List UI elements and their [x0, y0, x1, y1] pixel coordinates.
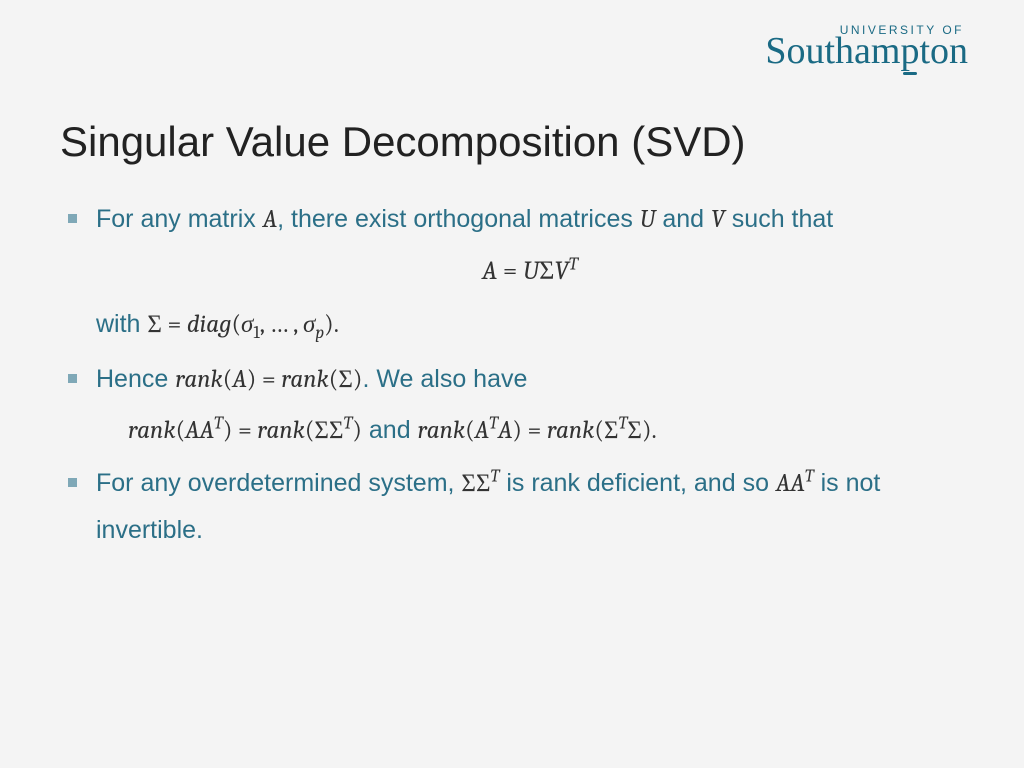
rk-S3: Σ: [627, 416, 642, 445]
b1-t1: For any matrix: [96, 205, 263, 233]
rk-rp3: ): [223, 416, 233, 445]
eq1-A: A: [482, 256, 497, 286]
b2-t1: Hence: [96, 365, 175, 393]
bullet-2: Hence rank(A) = rank(Σ). We also have ra…: [64, 356, 964, 455]
b3-AA: AA: [776, 469, 805, 498]
rk-lp4: (: [305, 416, 315, 445]
rk-rp6: ): [642, 416, 652, 445]
rk-dot: .: [652, 416, 657, 445]
eq1-U: U: [523, 256, 539, 286]
b3-SS: ΣΣ: [461, 469, 490, 498]
b2-rp1: ): [247, 365, 257, 394]
bullet-list: For any matrix A, there exist orthogonal…: [64, 196, 964, 554]
slide-title: Singular Value Decomposition (SVD): [60, 118, 964, 166]
with-eq: =: [162, 310, 187, 339]
rk-lp3: (: [176, 416, 186, 445]
slide: UNIVERSITY OF Southampton Singular Value…: [0, 0, 1024, 768]
rk-r5: rank: [418, 416, 466, 445]
eq1-T: T: [569, 254, 578, 275]
b2-lp1: (: [223, 365, 233, 394]
bullet-1: For any matrix A, there exist orthogonal…: [64, 196, 964, 350]
rk-S2: Σ: [604, 416, 619, 445]
with-line: with Σ = diag(σ1, … , σp).: [96, 301, 964, 349]
b2-r2: rank: [281, 365, 329, 394]
rk-lp6: (: [594, 416, 604, 445]
with-comma: , … ,: [260, 310, 303, 339]
b1-t2: , there exist orthogonal matrices: [277, 205, 640, 233]
rk-eq1: =: [232, 416, 257, 445]
b1-t3: and: [655, 205, 711, 233]
rank-equalities: rank(AAT) = rank(ΣΣT) and rank(ATA) = ra…: [96, 407, 964, 454]
rk-lp5: (: [465, 416, 475, 445]
rk-T1: T: [214, 414, 223, 434]
b3-t1: For any overdetermined system,: [96, 469, 461, 497]
eq1-Sigma: Σ: [539, 256, 554, 286]
b3-T2: T: [805, 467, 814, 487]
rk-T3: T: [489, 414, 498, 434]
with-diag: diag: [187, 310, 232, 339]
with-subp: p: [315, 323, 324, 343]
b2-lp2: (: [329, 365, 339, 394]
b1-V: V: [711, 205, 725, 234]
university-logo: UNIVERSITY OF Southampton: [765, 24, 968, 70]
with-rp: ).: [324, 310, 339, 339]
logo-part-b: p: [900, 32, 919, 70]
with-lp: (: [231, 310, 241, 339]
b1-U: U: [640, 205, 656, 234]
rk-r4: rank: [257, 416, 305, 445]
rk-SS: ΣΣ: [314, 416, 343, 445]
logo-line2: Southampton: [765, 32, 968, 70]
rk-and: and: [362, 416, 418, 444]
with-s1: σ: [241, 310, 253, 339]
rk-r3: rank: [128, 416, 176, 445]
eq1-V: V: [554, 256, 568, 286]
rk-AA: AA: [185, 416, 214, 445]
rk-rp5: ): [512, 416, 522, 445]
eq1-eq: =: [497, 256, 523, 286]
b3-t2: is rank deficient, and so: [499, 469, 776, 497]
logo-part-a: Southam: [765, 30, 900, 72]
rk-rp4: ): [352, 416, 362, 445]
rk-A3: A: [498, 416, 512, 445]
b1-t4: such that: [725, 205, 833, 233]
b2-eq: =: [256, 365, 281, 394]
rk-eq2: =: [522, 416, 547, 445]
bullet-3: For any overdetermined system, ΣΣ T is ra…: [64, 460, 964, 554]
equation-svd: A = UΣVT: [96, 247, 964, 295]
rk-A2: A: [475, 416, 489, 445]
with-sp: σ: [303, 310, 315, 339]
b2-A1: A: [232, 365, 246, 394]
with-Sigma: Σ: [147, 310, 162, 339]
b2-t2: . We also have: [362, 365, 527, 393]
b2-S1: Σ: [338, 365, 353, 394]
b2-r1: rank: [175, 365, 223, 394]
b1-A: A: [263, 205, 277, 234]
with-word: with: [96, 310, 147, 338]
rk-r6: rank: [547, 416, 595, 445]
logo-part-c: ton: [919, 30, 968, 72]
